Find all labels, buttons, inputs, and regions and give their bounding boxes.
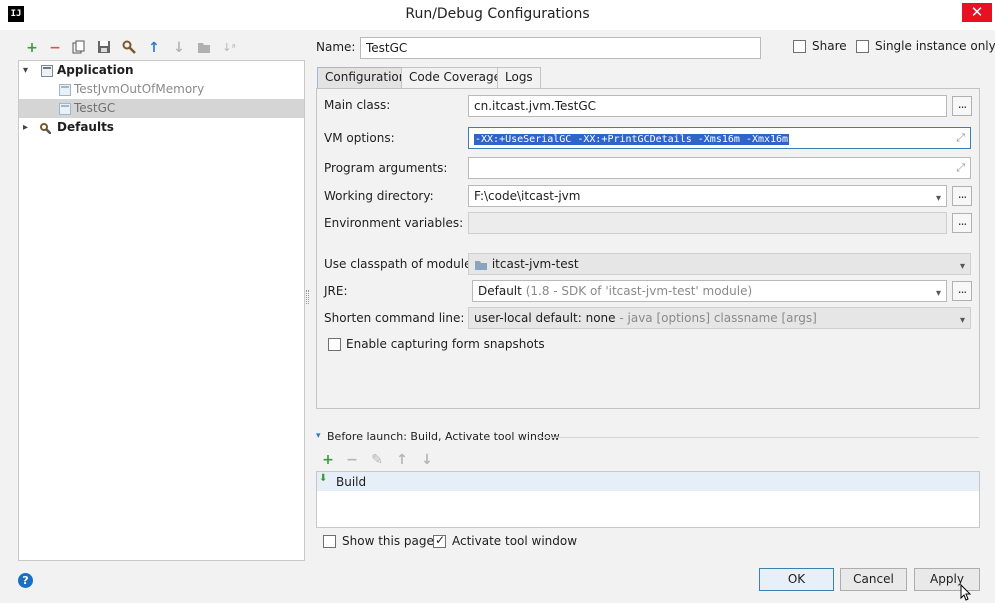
program-arguments-label: Program arguments: — [324, 161, 448, 175]
chevron-down-icon[interactable]: ▾ — [960, 257, 965, 274]
tree-item-testgc[interactable]: TestGC — [19, 99, 304, 118]
jre-combo[interactable]: Default (1.8 - SDK of 'itcast-jvm-test' … — [472, 280, 947, 302]
activate-tool-window-checkbox[interactable] — [433, 533, 446, 548]
run-config-icon — [59, 103, 71, 115]
remove-icon[interactable]: − — [47, 40, 63, 56]
tree-label-application: Application — [57, 63, 134, 77]
configuration-tree: ▾ Application TestJvmOutOfMemory TestGC … — [18, 60, 305, 561]
ok-button[interactable]: OK — [759, 568, 834, 591]
working-directory-combo[interactable]: F:\code\itcast-jvm ▾ — [468, 185, 947, 207]
tree-item-testjvmoutofmemory[interactable]: TestJvmOutOfMemory — [19, 80, 304, 99]
chevron-down-icon[interactable]: ▾ — [936, 189, 941, 206]
before-launch-list: ⬇ Build — [316, 471, 980, 528]
folder-icon[interactable] — [196, 40, 212, 56]
shorten-command-line-combo[interactable]: user-local default: none - java [options… — [468, 307, 971, 329]
vm-options-selected-text: -XX:+UseSerialGC -XX:+PrintGCDetails -Xm… — [474, 134, 790, 145]
chevron-down-icon[interactable]: ▾ — [960, 311, 965, 328]
program-arguments-input[interactable]: ⤢ — [468, 157, 971, 179]
application-config-icon — [41, 65, 53, 77]
tab-configuration[interactable]: Configuration — [317, 67, 415, 88]
name-input[interactable]: TestGC — [360, 37, 761, 59]
jre-browse-button[interactable]: ... — [952, 281, 972, 301]
main-class-input[interactable]: cn.itcast.jvm.TestGC — [468, 95, 947, 117]
main-class-label: Main class: — [324, 98, 391, 112]
tree-label-defaults: Defaults — [57, 120, 114, 134]
single-instance-checkbox[interactable] — [856, 40, 869, 53]
working-directory-value: F:\code\itcast-jvm — [474, 189, 581, 203]
shorten-command-line-label: Shorten command line: — [324, 311, 465, 325]
chevron-down-icon[interactable]: ▾ — [23, 61, 28, 80]
tree-node-defaults[interactable]: ▸ Defaults — [19, 118, 304, 137]
single-instance-label: Single instance only — [875, 39, 995, 53]
close-window-button[interactable]: ✕ — [962, 3, 992, 22]
collapse-triangle-icon[interactable]: ▾ — [316, 431, 321, 441]
chevron-down-icon[interactable]: ▾ — [936, 284, 941, 301]
tree-label: TestGC — [74, 101, 116, 115]
tree-label: TestJvmOutOfMemory — [74, 82, 205, 96]
move-task-down-icon[interactable]: ↓ — [419, 452, 435, 468]
environment-variables-browse-button[interactable]: ... — [952, 213, 972, 233]
copy-icon[interactable] — [71, 40, 87, 56]
main-class-browse-button[interactable]: ... — [952, 96, 972, 116]
jre-label: JRE: — [324, 284, 348, 298]
classpath-module-label: Use classpath of module: — [324, 257, 476, 271]
share-label: Share — [812, 39, 847, 53]
edit-task-icon[interactable]: ✎ — [369, 452, 385, 468]
cancel-button[interactable]: Cancel — [840, 568, 907, 591]
jre-value: Default — [478, 284, 522, 298]
tab-code-coverage[interactable]: Code Coverage — [401, 67, 510, 88]
tree-node-application[interactable]: ▾ Application — [19, 61, 304, 80]
jre-hint: (1.8 - SDK of 'itcast-jvm-test' module) — [525, 284, 753, 298]
enable-snapshots-checkbox[interactable] — [328, 338, 341, 351]
working-directory-browse-button[interactable]: ... — [952, 186, 972, 206]
expand-icon[interactable]: ⤢ — [956, 158, 965, 178]
mouse-cursor-icon — [960, 584, 972, 601]
shorten-command-line-value: user-local default: none — [474, 311, 616, 325]
vm-options-label: VM options: — [324, 131, 395, 145]
expand-icon[interactable]: ⤢ — [956, 128, 965, 148]
run-config-icon — [59, 84, 71, 96]
activate-tool-window-label: Activate tool window — [452, 534, 578, 548]
save-icon[interactable] — [96, 40, 112, 56]
splitter-handle[interactable] — [306, 290, 309, 304]
build-task-label: Build — [336, 475, 367, 489]
classpath-module-value: itcast-jvm-test — [491, 257, 579, 271]
remove-task-icon[interactable]: − — [344, 452, 360, 468]
environment-variables-input[interactable] — [468, 212, 947, 234]
working-directory-label: Working directory: — [324, 189, 434, 203]
window-title: Run/Debug Configurations — [405, 6, 590, 22]
tab-logs[interactable]: Logs — [497, 67, 541, 88]
list-item[interactable]: ⬇ Build — [317, 472, 979, 491]
add-icon[interactable]: + — [24, 40, 40, 56]
help-icon[interactable]: ? — [18, 573, 33, 588]
environment-variables-label: Environment variables: — [324, 216, 464, 230]
add-task-icon[interactable]: + — [320, 452, 336, 468]
wrench-icon[interactable] — [121, 40, 137, 56]
show-this-page-checkbox[interactable] — [323, 535, 336, 548]
separator — [537, 437, 979, 438]
share-checkbox[interactable] — [793, 40, 806, 53]
enable-snapshots-label: Enable capturing form snapshots — [346, 337, 545, 351]
vm-options-input[interactable]: -XX:+UseSerialGC -XX:+PrintGCDetails -Xm… — [468, 127, 971, 149]
module-folder-icon — [475, 260, 487, 270]
shorten-command-line-hint: - java [options] classname [args] — [619, 311, 817, 325]
wrench-icon — [40, 123, 51, 134]
name-label: Name: — [316, 40, 356, 54]
before-launch-title: Before launch: Build, Activate tool wind… — [327, 430, 560, 443]
sort-icon[interactable]: ↓ᵃ — [221, 40, 237, 56]
chevron-right-icon[interactable]: ▸ — [23, 118, 28, 137]
show-this-page-label: Show this page — [342, 534, 434, 548]
move-up-icon[interactable]: ↑ — [146, 40, 162, 56]
classpath-module-combo[interactable]: itcast-jvm-test ▾ — [468, 253, 971, 275]
move-down-icon[interactable]: ↓ — [171, 40, 187, 56]
move-task-up-icon[interactable]: ↑ — [394, 452, 410, 468]
build-icon: ⬇ — [319, 473, 328, 484]
